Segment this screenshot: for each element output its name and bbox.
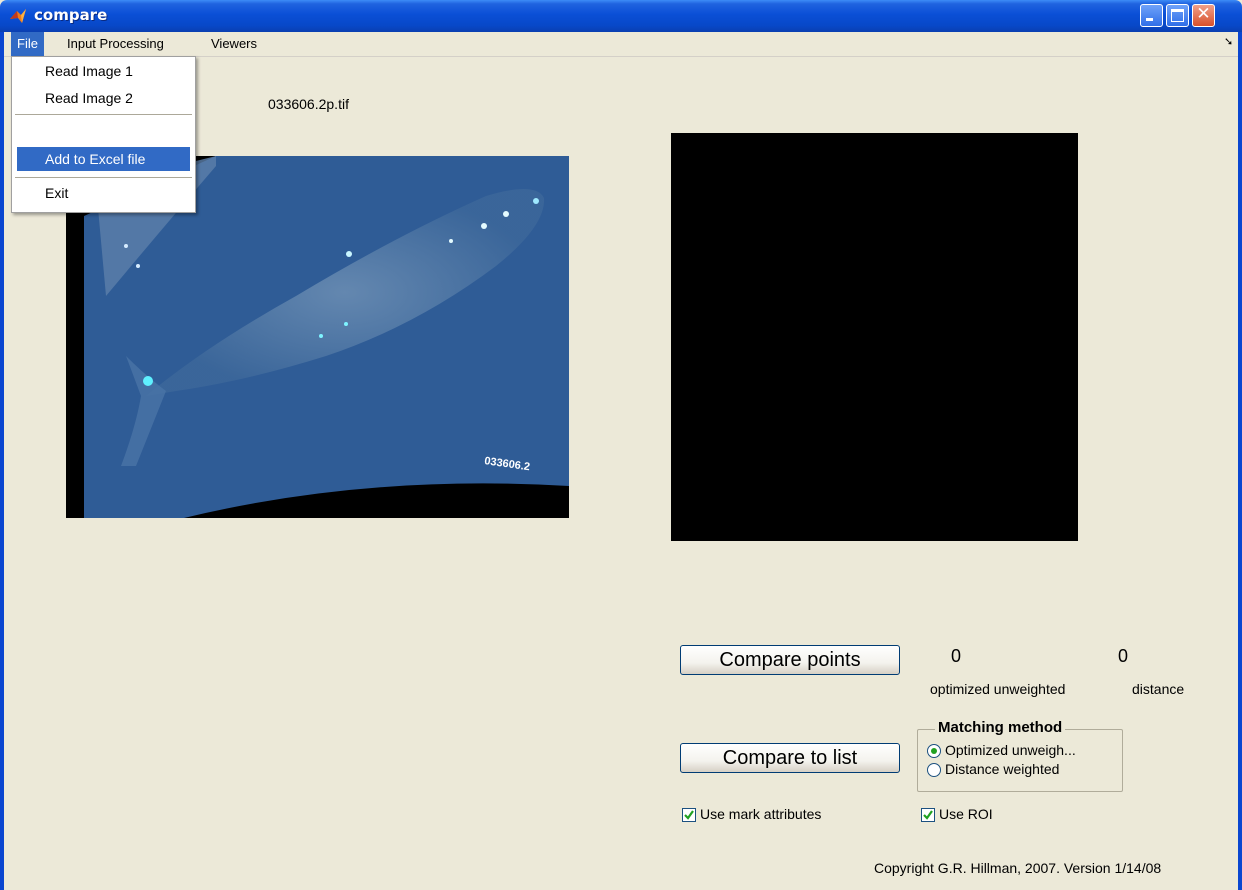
- compare-to-list-button[interactable]: Compare to list: [680, 743, 900, 773]
- image1-filename: 033606.2p.tif: [268, 96, 349, 112]
- minimize-icon: [1146, 18, 1153, 21]
- radio-optimized-label[interactable]: Optimized unweigh...: [945, 742, 1076, 758]
- use-mark-attributes-label[interactable]: Use mark attributes: [700, 806, 821, 822]
- menu-exit[interactable]: Exit: [17, 181, 190, 205]
- file-dropdown-menu: Read Image 1 Read Image 2 Add to Excel f…: [11, 56, 196, 213]
- toolbar-dock-arrow-icon[interactable]: ➘: [1224, 35, 1233, 48]
- menu-viewers[interactable]: Viewers: [205, 32, 263, 56]
- use-mark-attributes-checkbox[interactable]: [682, 808, 696, 822]
- close-icon: ✕: [1196, 4, 1211, 24]
- minimize-button[interactable]: [1140, 4, 1163, 27]
- menu-file[interactable]: File: [11, 32, 44, 56]
- menu-separator: [15, 114, 192, 115]
- optimized-label: optimized unweighted: [930, 681, 1066, 697]
- menu-bar: [4, 32, 1238, 57]
- copyright-text: Copyright G.R. Hillman, 2007. Version 1/…: [874, 860, 1162, 876]
- window-border-right: [1238, 32, 1242, 890]
- menu-read-image-2[interactable]: Read Image 2: [17, 86, 190, 110]
- image2-axes[interactable]: [671, 133, 1078, 541]
- distance-value: 0: [1118, 646, 1129, 666]
- matching-method-title: Matching method: [935, 719, 1066, 736]
- radio-optimized[interactable]: [927, 744, 941, 758]
- close-button[interactable]: ✕: [1192, 4, 1215, 27]
- menu-add-to-excel[interactable]: Add to Excel file: [17, 147, 190, 171]
- checkmark-icon: [684, 810, 694, 820]
- maximize-icon: [1171, 9, 1184, 22]
- window-title: compare: [34, 6, 108, 24]
- maximize-button[interactable]: [1166, 4, 1189, 27]
- use-roi-label[interactable]: Use ROI: [939, 806, 993, 822]
- use-roi-checkbox[interactable]: [921, 808, 935, 822]
- menu-read-image-1[interactable]: Read Image 1: [17, 59, 190, 83]
- optimized-value: 0: [951, 646, 962, 666]
- matlab-icon: [10, 9, 26, 23]
- menu-input-processing[interactable]: Input Processing: [61, 32, 170, 56]
- window-border-left: [0, 32, 4, 890]
- checkmark-icon: [923, 810, 933, 820]
- title-bar[interactable]: compare ✕: [0, 0, 1242, 32]
- radio-selected-dot: [931, 748, 937, 754]
- radio-distance-weighted[interactable]: [927, 763, 941, 777]
- radio-distance-weighted-label[interactable]: Distance weighted: [945, 761, 1059, 777]
- distance-label: distance: [1132, 681, 1185, 697]
- menu-separator: [15, 177, 192, 178]
- compare-points-button[interactable]: Compare points: [680, 645, 900, 675]
